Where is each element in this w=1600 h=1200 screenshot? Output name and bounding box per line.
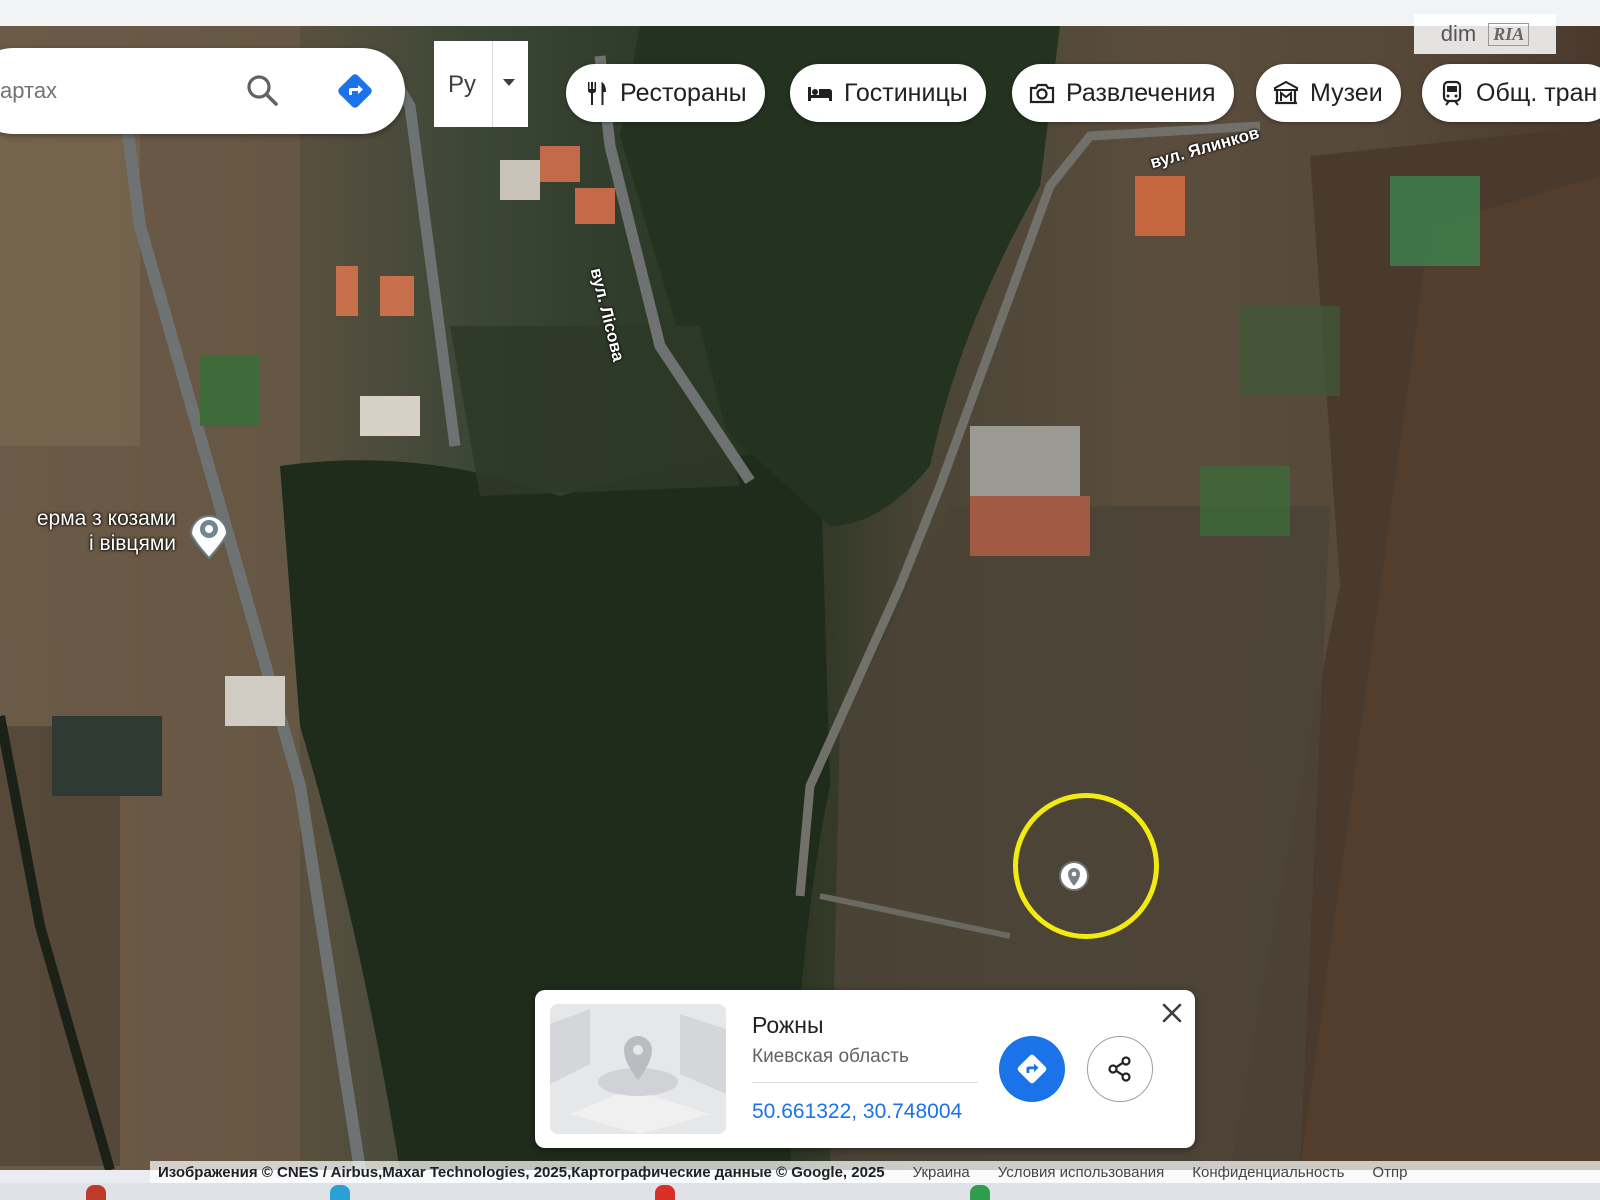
chip-label: Рестораны [620, 78, 747, 107]
placeholder-city-icon [550, 1004, 726, 1134]
place-coordinates[interactable]: 50.661322, 30.748004 [752, 1100, 962, 1124]
poi-name-line1: ерма з козами [36, 507, 176, 530]
chip-label: Общ. тран [1476, 78, 1598, 107]
place-subtitle: Киевская область [752, 1046, 909, 1067]
taskbar-icon[interactable] [330, 1185, 350, 1200]
chip-transit[interactable]: Общ. тран [1422, 64, 1600, 122]
chip-label: Музеи [1310, 78, 1383, 107]
chip-museums[interactable]: Музеи [1256, 64, 1401, 122]
footer-link-terms[interactable]: Условия использования [998, 1164, 1165, 1181]
place-card[interactable]: Рожны Киевская область 50.661322, 30.748… [535, 990, 1195, 1148]
share-icon [1108, 1056, 1131, 1082]
transit-icon [1442, 80, 1462, 106]
place-pin-icon[interactable] [186, 508, 232, 560]
language-selector[interactable]: Ру [434, 41, 528, 127]
museum-icon [1274, 80, 1298, 105]
directions-icon[interactable] [336, 72, 374, 110]
taskbar-icon[interactable] [655, 1185, 675, 1200]
poi-name-line2: і вівцями [88, 532, 176, 555]
footer-link-feedback[interactable]: Отпр [1372, 1164, 1407, 1181]
card-divider [752, 1082, 978, 1083]
taskbar-icon[interactable] [86, 1185, 106, 1200]
fork-knife-icon [588, 82, 606, 105]
search-icon[interactable] [244, 72, 280, 108]
language-divider [492, 41, 493, 127]
chip-label: Гостиницы [844, 78, 968, 107]
chip-hotels[interactable]: Гостиницы [790, 64, 986, 122]
watermark-logo: dim RIA [1414, 14, 1556, 54]
map-attribution: Изображения © CNES / Airbus,Maxar Techno… [150, 1161, 1600, 1183]
place-title: Рожны [752, 1012, 824, 1038]
chip-label: Развлечения [1066, 78, 1216, 107]
search-input[interactable] [0, 74, 200, 108]
footer-link-country[interactable]: Украина [913, 1164, 970, 1181]
language-label: Ру [448, 71, 477, 98]
taskbar-icon[interactable] [970, 1185, 990, 1200]
place-thumbnail[interactable] [550, 1004, 726, 1134]
watermark-ria: RIA [1488, 22, 1530, 46]
share-button[interactable] [1087, 1036, 1153, 1102]
close-icon[interactable] [1159, 1000, 1185, 1026]
route-button[interactable] [999, 1036, 1065, 1102]
footer-link-privacy[interactable]: Конфиденциальность [1192, 1164, 1344, 1181]
copyright-text: Изображения © CNES / Airbus,Maxar Techno… [158, 1163, 885, 1181]
caret-down-icon[interactable] [502, 77, 516, 87]
location-pin-icon[interactable] [1058, 860, 1090, 892]
directions-icon [1017, 1054, 1047, 1084]
taskbar [0, 1183, 1600, 1200]
poi-label[interactable]: ерма з козами і вівцями [37, 506, 176, 556]
camera-icon [1029, 83, 1055, 104]
browser-top-strip [0, 0, 1600, 26]
bed-icon [808, 87, 832, 101]
chip-restaurants[interactable]: Рестораны [566, 64, 765, 122]
watermark-dim: dim [1440, 21, 1477, 46]
chip-entertainment[interactable]: Развлечения [1012, 64, 1234, 122]
